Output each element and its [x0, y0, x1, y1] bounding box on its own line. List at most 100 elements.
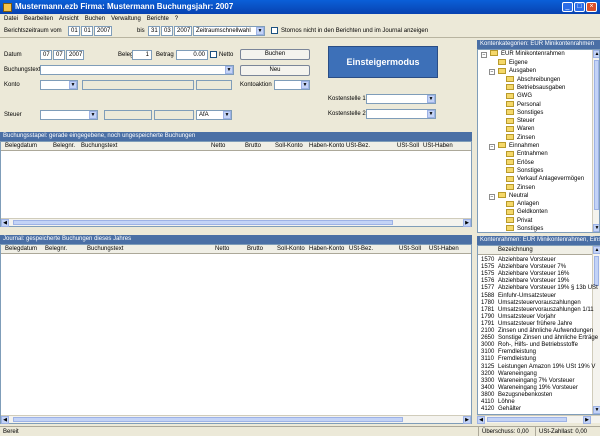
column-header-4[interactable]: Brutto [247, 245, 263, 254]
menu-ansicht[interactable]: Ansicht [59, 16, 79, 22]
accounts-hscroll[interactable]: ◀ ▶ [477, 415, 600, 424]
column-header-7[interactable]: USt-Bez. [349, 245, 373, 254]
period-quickselect[interactable]: Zeitraumschnellwahl [193, 26, 265, 36]
scroll-left-icon[interactable]: ◀ [477, 416, 485, 424]
column-header-5[interactable]: Soll-Konto [277, 245, 305, 254]
chevron-down-icon[interactable]: ▼ [256, 27, 264, 35]
storno-checkbox[interactable] [271, 27, 278, 34]
kostenstelle2-select[interactable] [366, 109, 436, 119]
menu-berichte[interactable]: Berichte [147, 16, 169, 22]
folder-icon [490, 50, 498, 57]
column-header-5[interactable]: Soll-Konto [275, 142, 303, 151]
column-header-2[interactable]: Buchungstext [81, 142, 117, 151]
column-header-9[interactable]: USt-Haben [429, 245, 459, 254]
column-header-6[interactable]: Haben-Konto [309, 142, 344, 151]
period-from-day[interactable]: 01 [68, 26, 80, 36]
stapel-grid[interactable]: Belegdatum Belegnr. Buchungstext Netto Brutt… [0, 141, 472, 227]
column-header-6[interactable]: Haben-Konto [309, 245, 344, 254]
tree-item-label: GWG [517, 93, 532, 100]
tree-item-label: Waren [517, 126, 535, 133]
tree-root[interactable]: EUR Minikontenrahmen [490, 50, 565, 59]
scroll-left-icon[interactable]: ◀ [1, 219, 9, 227]
kostenstelle1-select[interactable] [366, 94, 436, 104]
stapel-hscroll[interactable]: ◀ ▶ [1, 218, 471, 227]
scroll-down-icon[interactable]: ▼ [593, 224, 599, 232]
column-header-8[interactable]: USt-Soll [399, 245, 421, 254]
menu-?[interactable]: ? [175, 16, 178, 22]
menu-buchen[interactable]: Buchen [85, 16, 105, 22]
scroll-thumb[interactable] [13, 417, 403, 422]
account-row[interactable]: 4120 Gehälter [478, 405, 592, 413]
chevron-down-icon[interactable]: ▼ [69, 81, 77, 89]
chevron-down-icon[interactable]: ▼ [223, 111, 231, 119]
tree-vscroll[interactable]: ▲ ▼ [592, 50, 599, 232]
column-header-7[interactable]: USt-Bez. [346, 142, 370, 151]
scroll-left-icon[interactable]: ◀ [1, 416, 9, 424]
einsteigermodus-button[interactable]: Einsteigermodus [328, 46, 438, 78]
journal-grid[interactable]: Belegdatum Belegnr. Buchungstext Netto Brutt… [0, 244, 472, 424]
column-header-0[interactable]: Belegdatum [5, 245, 37, 254]
datum-day-field[interactable]: 07 [40, 50, 52, 60]
buchen-button[interactable]: Buchen [240, 49, 310, 60]
period-from-year[interactable]: 2007 [94, 26, 112, 36]
tree-item-label: Betriebsausgaben [517, 84, 566, 91]
folder-icon [498, 59, 506, 66]
menu-datei[interactable]: Datei [4, 16, 18, 22]
column-header-8[interactable]: USt-Soll [397, 142, 419, 151]
chevron-down-icon[interactable]: ▼ [89, 111, 97, 119]
categories-tree[interactable]: − EUR Minikontenrahmen ▲ ▼ Eigene − Ausgab… [477, 49, 600, 233]
folder-icon [506, 225, 514, 232]
datum-month-field[interactable]: 07 [53, 50, 65, 60]
scroll-right-icon[interactable]: ▶ [583, 416, 591, 424]
journal-hscroll[interactable]: ◀ ▶ [1, 415, 471, 424]
scroll-thumb[interactable] [594, 60, 599, 210]
collapse-icon[interactable]: − [481, 52, 487, 58]
column-header-4[interactable]: Brutto [245, 142, 261, 151]
period-to-month[interactable]: 03 [161, 26, 173, 36]
menu-bearbeiten[interactable]: Bearbeiten [24, 16, 53, 22]
tree-item[interactable]: Sonstiges [506, 225, 543, 232]
scroll-thumb[interactable] [13, 220, 393, 225]
column-header-3[interactable]: Netto [215, 245, 229, 254]
collapse-icon[interactable]: − [489, 144, 495, 150]
betrag-field[interactable]: 0.00 [176, 50, 208, 60]
close-button[interactable]: × [586, 2, 597, 12]
period-from-month[interactable]: 01 [81, 26, 93, 36]
neu-button[interactable]: Neu [240, 65, 310, 76]
tree-item-label: Zinsen [517, 184, 536, 191]
maximize-button[interactable]: □ [574, 2, 585, 12]
accounts-list[interactable]: Bezeichnung ▲ ▼ 1570 Abziehbare Vorsteuer… [477, 245, 600, 415]
scroll-right-icon[interactable]: ▶ [463, 416, 471, 424]
scroll-thumb[interactable] [594, 256, 599, 286]
buchungstext-field[interactable] [40, 65, 234, 75]
column-header-1[interactable]: Belegnr. [53, 142, 75, 151]
column-header-0[interactable]: Belegdatum [5, 142, 37, 151]
chevron-down-icon[interactable]: ▼ [301, 81, 309, 89]
scroll-right-icon[interactable]: ▶ [463, 219, 471, 227]
beleg-field[interactable]: 1 [132, 50, 152, 60]
scroll-up-icon[interactable]: ▲ [593, 50, 599, 58]
tree-item-label: Personal [517, 101, 541, 108]
chevron-down-icon[interactable]: ▼ [427, 110, 435, 118]
chevron-down-icon[interactable]: ▼ [225, 66, 233, 74]
accounts-vscroll[interactable]: ▲ ▼ [592, 246, 600, 414]
minimize-button[interactable]: _ [562, 2, 573, 12]
scroll-down-icon[interactable]: ▼ [593, 406, 600, 414]
scroll-thumb[interactable] [487, 417, 567, 422]
datum-year-field[interactable]: 2007 [66, 50, 84, 60]
column-header-3[interactable]: Netto [211, 142, 225, 151]
column-header-9[interactable]: USt-Haben [423, 142, 453, 151]
collapse-icon[interactable]: − [489, 69, 495, 76]
netto-checkbox[interactable] [210, 51, 217, 58]
tree-item-label: Verkauf Anlagevermögen [517, 176, 585, 183]
scroll-up-icon[interactable]: ▲ [593, 246, 600, 254]
konto-haben-name [196, 80, 232, 90]
column-header-1[interactable]: Belegnr. [45, 245, 67, 254]
tree-item-label: Entnahmen [517, 151, 548, 158]
menu-verwaltung[interactable]: Verwaltung [111, 16, 141, 22]
chevron-down-icon[interactable]: ▼ [427, 95, 435, 103]
period-to-year[interactable]: 2007 [174, 26, 192, 36]
period-to-day[interactable]: 31 [148, 26, 160, 36]
collapse-icon[interactable]: − [489, 193, 495, 200]
column-header-2[interactable]: Buchungstext [87, 245, 123, 254]
